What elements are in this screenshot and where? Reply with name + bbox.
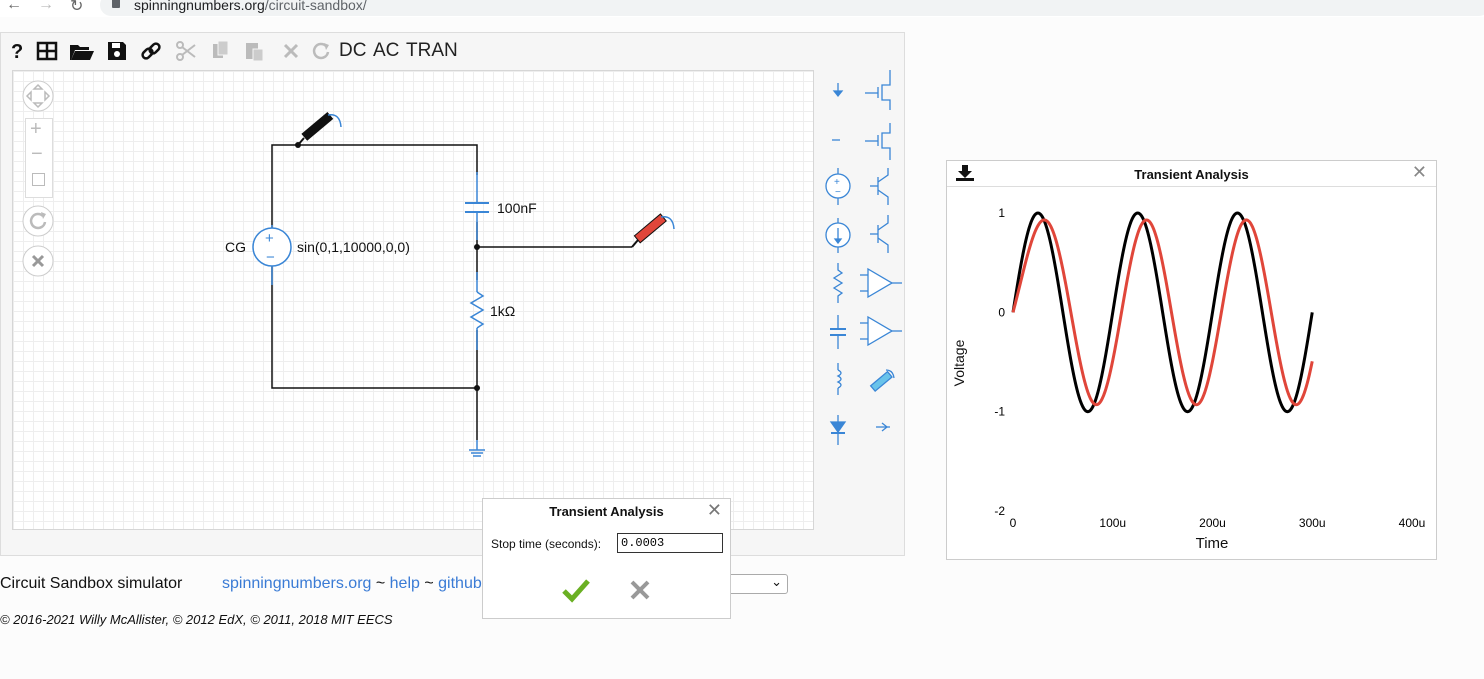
voltage-source[interactable]: + −	[252, 225, 292, 285]
transient-chart: 1 0 -1 -2 0 100u 200u 300u 400u Time Voltage	[951, 206, 1426, 552]
ground-part-icon[interactable]	[832, 83, 844, 98]
transient-plot-window: Transient Analysis ✕ 1 0 -1 -2 0 100u 200u 300…	[946, 160, 1437, 560]
parts-bin: +−	[825, 70, 902, 445]
source-name-label: CG	[225, 239, 246, 255]
x-tick-label: 400u	[1399, 516, 1426, 530]
svg-text:−: −	[835, 187, 841, 198]
wires	[271, 144, 632, 440]
y-tick-label: -2	[994, 504, 1005, 518]
y-tick-label: 0	[998, 305, 1005, 319]
probe-part-icon[interactable]	[869, 369, 895, 393]
stop-time-label: Stop time (seconds):	[491, 537, 602, 551]
footer-title: Circuit Sandbox simulator	[0, 575, 183, 592]
checkmark-icon[interactable]	[561, 577, 591, 603]
close-icon[interactable]	[629, 579, 651, 601]
opamp-ideal-part-icon[interactable]	[860, 315, 902, 347]
black-voltage-probe[interactable]	[297, 112, 342, 146]
github-link[interactable]: github	[438, 575, 482, 592]
npn-part-icon[interactable]	[870, 168, 889, 205]
svg-text:−: −	[266, 249, 275, 266]
y-axis-label: Voltage	[951, 339, 967, 386]
ammeter-part-icon[interactable]	[876, 422, 890, 432]
language-select[interactable]: ⌄	[728, 574, 788, 594]
chevron-down-icon: ⌄	[771, 574, 782, 589]
x-tick-label: 0	[1010, 516, 1017, 530]
circuit-schematic[interactable]: + − CG sin(0,1,10000,0,0) 100nF 1kΩ	[0, 0, 820, 470]
voltage-source-part-icon[interactable]: +−	[825, 168, 851, 205]
capacitor[interactable]	[465, 172, 489, 240]
opamp-part-icon[interactable]	[860, 267, 902, 299]
site-link[interactable]: spinningnumbers.org	[222, 575, 371, 592]
pnp-part-icon[interactable]	[870, 215, 889, 253]
x-tick-label: 100u	[1099, 516, 1126, 530]
dialog-close-icon[interactable]: ✕	[707, 500, 722, 521]
red-voltage-probe[interactable]	[631, 213, 675, 248]
y-tick-label: -1	[994, 405, 1005, 419]
capacitor-part-icon[interactable]	[830, 315, 846, 349]
plot-close-icon[interactable]: ✕	[1412, 162, 1427, 183]
current-source-part-icon[interactable]	[825, 218, 851, 253]
capacitor-value-label: 100nF	[497, 200, 537, 216]
pmos-part-icon[interactable]	[865, 123, 891, 160]
diode-part-icon[interactable]	[829, 415, 847, 445]
x-axis-label: Time	[1196, 535, 1229, 552]
dialog-title: Transient Analysis	[549, 504, 664, 519]
resistor-part-icon[interactable]	[832, 263, 844, 303]
svg-text:+: +	[265, 230, 274, 247]
footer-links: spinningnumbers.org ~ help ~ github	[222, 575, 482, 592]
copyright-text: © 2016-2021 Willy McAllister, © 2012 EdX…	[0, 612, 393, 627]
inductor-part-icon[interactable]	[836, 363, 842, 395]
x-tick-label: 300u	[1299, 516, 1326, 530]
y-tick-label: 1	[998, 206, 1005, 220]
ground-symbol[interactable]	[469, 440, 485, 457]
resistor-value-label: 1kΩ	[490, 303, 515, 319]
source-value-label: sin(0,1,10000,0,0)	[297, 239, 410, 255]
x-tick-label: 200u	[1199, 516, 1226, 530]
nmos-part-icon[interactable]	[865, 70, 891, 110]
plot-title: Transient Analysis	[1134, 167, 1249, 182]
stop-time-input[interactable]	[617, 533, 723, 553]
resistor[interactable]	[469, 272, 485, 350]
help-link[interactable]: help	[390, 575, 420, 592]
transient-dialog: Transient Analysis ✕ Stop time (seconds)…	[482, 498, 731, 619]
